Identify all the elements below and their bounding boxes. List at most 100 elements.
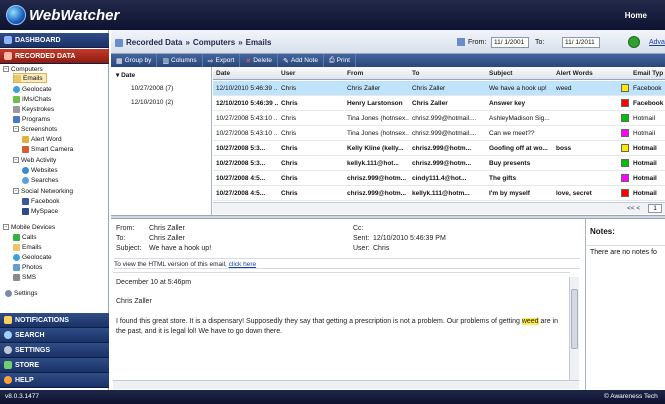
group-by-button[interactable]: ▦ Group by	[111, 54, 158, 67]
table-row[interactable]: 10/27/2008 5:43:10 ... Chris Tina Jones (h…	[213, 126, 665, 141]
tree-mobile-geolocate[interactable]: Geolocate	[13, 252, 52, 262]
to-label: To:	[116, 235, 126, 242]
cell-from: kellyk.111@hot...	[347, 160, 399, 167]
cell-from: Kelly Kline (kelly...	[347, 145, 404, 152]
breadcrumb-computers[interactable]: Computers	[193, 38, 235, 47]
column-email-type[interactable]: Email Typ	[633, 70, 663, 77]
tree-social-networking[interactable]: − Social Networking	[13, 186, 73, 196]
table-row[interactable]: 10/27/2008 5:3... Chris kellyk.111@hot... c…	[213, 156, 665, 171]
nav-dashboard[interactable]: DASHBOARD	[0, 33, 109, 48]
tree-calls[interactable]: Calls	[13, 232, 36, 242]
tree-web-activity[interactable]: − Web Activity	[13, 155, 56, 165]
date-group-item[interactable]: 12/10/2010 (2)	[131, 99, 173, 106]
delete-label: Delete	[253, 57, 272, 64]
notes-empty-message: There are no notes fo	[587, 245, 665, 259]
nav-notifications[interactable]: NOTIFICATIONS	[0, 313, 109, 328]
window-icon	[13, 115, 20, 123]
tree-mobile-emails[interactable]: Emails	[13, 242, 42, 252]
date-group-item[interactable]: 10/27/2008 (7)	[131, 85, 173, 92]
subject-label: Subject:	[116, 245, 142, 252]
from-date-field[interactable]: 11/ 1/2001	[491, 37, 529, 48]
alert-icon	[22, 135, 29, 143]
tree-smart-camera[interactable]: Smart Camera	[22, 144, 73, 154]
tree-mobile-geolocate-label: Geolocate	[22, 253, 52, 261]
breadcrumb-recorded-data[interactable]: Recorded Data	[126, 38, 182, 47]
expand-icon[interactable]: ▾	[116, 72, 119, 79]
column-to[interactable]: To	[412, 70, 419, 77]
pager-prev[interactable]: << <	[627, 205, 640, 212]
advanced-link[interactable]: Adva	[649, 39, 665, 46]
tree-settings[interactable]: Settings	[5, 288, 38, 298]
cell-from: Tina Jones (hotnsex...	[347, 130, 409, 137]
column-user[interactable]: User	[281, 70, 295, 77]
tree-sms[interactable]: SMS	[13, 272, 36, 282]
nav-settings[interactable]: SETTINGS	[0, 343, 109, 358]
tree-searches[interactable]: Searches	[22, 175, 58, 185]
breadcrumb-emails: Emails	[245, 38, 272, 47]
column-date[interactable]: Date	[216, 70, 230, 77]
print-button[interactable]: ⎙ Print	[324, 54, 356, 67]
collapse-icon[interactable]: −	[3, 66, 9, 72]
collapse-icon[interactable]: −	[13, 126, 19, 132]
column-alert-words[interactable]: Alert Words	[556, 70, 593, 77]
vertical-scrollbar[interactable]	[569, 277, 579, 380]
delete-button[interactable]: ✕ Delete	[240, 54, 278, 67]
column-subject[interactable]: Subject	[489, 70, 512, 77]
refresh-icon[interactable]	[628, 36, 640, 48]
email-type-color-icon	[621, 99, 629, 107]
collapse-icon[interactable]: −	[3, 224, 9, 230]
html-version-link[interactable]: click here	[229, 261, 256, 268]
email-type-color-icon	[621, 189, 629, 197]
cell-date: 10/27/2008 5:43:10 ...	[216, 130, 278, 137]
cell-email-type: Hotmail	[633, 160, 657, 167]
nav-store[interactable]: STORE	[0, 358, 109, 373]
table-row[interactable]: 10/27/2008 5:43:10 ... Chris Tina Jones (h…	[213, 111, 665, 126]
email-type-color-icon	[621, 114, 629, 122]
tree-screenshots[interactable]: − Screenshots	[13, 124, 57, 134]
table-row[interactable]: 10/27/2008 5:3... Chris Kelly Kline (kelly…	[213, 141, 665, 156]
horizontal-scrollbar[interactable]	[113, 380, 579, 389]
export-button[interactable]: ⇨ Export	[203, 54, 241, 67]
add-note-button[interactable]: ✎ Add Note	[278, 54, 324, 67]
column-from[interactable]: From	[347, 70, 363, 77]
cell-to: chrisz.999@hotmail....	[412, 130, 477, 137]
page-number-field[interactable]: 1	[648, 204, 662, 213]
email-type-color-icon	[621, 144, 629, 152]
chat-icon	[13, 95, 20, 103]
table-row[interactable]: 10/27/2008 4:5... Chris chrisz.999@hotm...…	[213, 186, 665, 201]
nav-search[interactable]: SEARCH	[0, 328, 109, 343]
tree-ims[interactable]: IMs/Chats	[13, 94, 51, 104]
tree-emails[interactable]: Emails	[13, 73, 47, 83]
tree-mobile-devices[interactable]: − Mobile Devices	[3, 222, 55, 232]
tree-facebook[interactable]: Facebook	[22, 196, 60, 206]
from-value: Chris Zaller	[149, 225, 185, 232]
bell-icon	[4, 316, 12, 324]
to-date-field[interactable]: 11/ 1/2011	[562, 37, 600, 48]
tree-alert-word[interactable]: Alert Word	[22, 134, 62, 144]
tree-programs[interactable]: Programs	[13, 114, 50, 124]
tree-web-activity-label: Web Activity	[21, 156, 57, 164]
scrollbar-thumb[interactable]	[571, 289, 578, 349]
tree-keystrokes[interactable]: Keystrokes	[13, 104, 54, 114]
home-link[interactable]: Home	[625, 11, 647, 20]
cell-to: Chris Zaller	[412, 85, 446, 92]
collapse-icon[interactable]: −	[13, 188, 19, 194]
alert-word-highlight: weed	[521, 318, 539, 325]
tree-photos[interactable]: Photos	[13, 262, 42, 272]
email-type-color-icon	[621, 84, 629, 92]
version-label: v8.0.3.1477	[5, 393, 39, 400]
email-type-color-icon	[621, 159, 629, 167]
collapse-icon[interactable]: −	[13, 157, 19, 163]
tree-myspace[interactable]: MySpace	[22, 206, 58, 216]
nav-recorded-data[interactable]: RECORDED DATA	[0, 49, 109, 64]
columns-button[interactable]: ▥ Columns	[157, 54, 203, 67]
nav-help[interactable]: HELP	[0, 373, 109, 388]
toolbar: ▦ Group by ▥ Columns ⇨ Export ✕ Delete ✎ Add …	[111, 54, 665, 67]
tree-geolocate[interactable]: Geolocate	[13, 84, 52, 94]
tree-websites[interactable]: Websites	[22, 165, 58, 175]
table-row[interactable]: 12/10/2010 5:46:39 ... Chris Chris Zaller C…	[213, 81, 665, 96]
table-row[interactable]: 10/27/2008 4:5... Chris chrisz.999@hotm...…	[213, 171, 665, 186]
cell-email-type: Hotmail	[633, 115, 656, 122]
cell-email-type: Hotmail	[633, 130, 656, 137]
table-row[interactable]: 12/10/2010 5:46:39 ... Chris Henry Larston…	[213, 96, 665, 111]
